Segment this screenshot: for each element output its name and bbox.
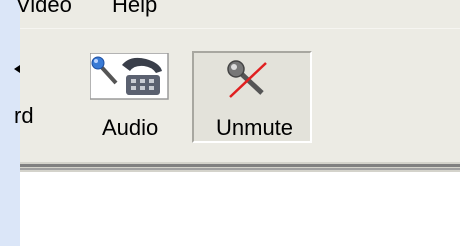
menu-bar: Video Help [16, 0, 460, 28]
menu-item-help[interactable]: Help [112, 0, 157, 18]
unmute-button[interactable]: Unmute [192, 51, 312, 143]
microphone-phone-icon [90, 53, 169, 100]
toolbar-button-partial[interactable]: rd [14, 51, 44, 143]
separator-line [20, 164, 460, 167]
audio-button-label: Audio [102, 115, 159, 140]
menu-item-video[interactable]: Video [16, 0, 72, 18]
muted-microphone-icon [227, 60, 267, 98]
content-area [20, 172, 460, 246]
audio-button[interactable]: Audio [88, 51, 170, 143]
unmute-button-label: Unmute [216, 115, 294, 140]
separator-line-light [20, 168, 460, 170]
arrow-icon [14, 65, 20, 73]
toolbar-button-label: rd [14, 103, 34, 128]
toolbar: rd Audio Unmute [14, 28, 460, 163]
